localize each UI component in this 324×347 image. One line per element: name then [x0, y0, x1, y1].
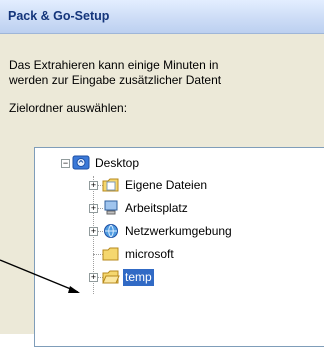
window-title: Pack & Go-Setup — [8, 9, 110, 23]
tree-expand-netzwerkumgebung[interactable]: + — [89, 227, 98, 236]
folder-icon — [102, 247, 119, 261]
my-documents-folder-icon — [102, 178, 119, 192]
tree-node-arbeitsplatz[interactable]: Arbeitsplatz — [102, 198, 190, 218]
tree-collapse-desktop[interactable]: − — [61, 159, 70, 168]
description-line-1: Das Extrahieren kann einige Minuten in — [9, 58, 219, 72]
folder-tree[interactable]: − Desktop + Eigene Dateien + Arbeitsplat… — [34, 147, 324, 347]
pack-and-go-setup-dialog: Pack & Go-Setup Das Extrahieren kann ein… — [0, 0, 324, 347]
description-text: Das Extrahieren kann einige Minuten in w… — [9, 58, 324, 88]
tree-label-eigene-dateien: Eigene Dateien — [125, 177, 208, 192]
description-line-2: werden zur Eingabe zusätzlicher Datent — [9, 73, 222, 87]
tree-node-eigene-dateien[interactable]: Eigene Dateien — [102, 175, 209, 195]
network-places-icon — [104, 224, 118, 238]
tree-expand-arbeitsplatz[interactable]: + — [89, 204, 98, 213]
tree-expand-eigene-dateien[interactable]: + — [89, 181, 98, 190]
my-computer-icon — [104, 200, 118, 215]
tree-node-temp[interactable]: temp — [102, 267, 154, 287]
tree-label-temp: temp — [123, 268, 154, 286]
tree-label-microsoft: microsoft — [125, 246, 174, 261]
desktop-icon — [72, 155, 90, 170]
tree-node-desktop[interactable]: Desktop — [72, 153, 141, 173]
target-folder-label: Zielordner auswählen: — [9, 101, 128, 115]
tree-label-arbeitsplatz: Arbeitsplatz — [125, 200, 188, 215]
tree-label-desktop: Desktop — [95, 155, 140, 170]
tree-node-microsoft[interactable]: microsoft — [102, 244, 176, 264]
title-bar[interactable]: Pack & Go-Setup — [0, 0, 324, 34]
open-folder-icon — [102, 270, 120, 284]
tree-node-netzwerkumgebung[interactable]: Netzwerkumgebung — [102, 221, 234, 241]
tree-label-netzwerkumgebung: Netzwerkumgebung — [125, 223, 232, 238]
tree-expand-temp[interactable]: + — [89, 273, 98, 282]
